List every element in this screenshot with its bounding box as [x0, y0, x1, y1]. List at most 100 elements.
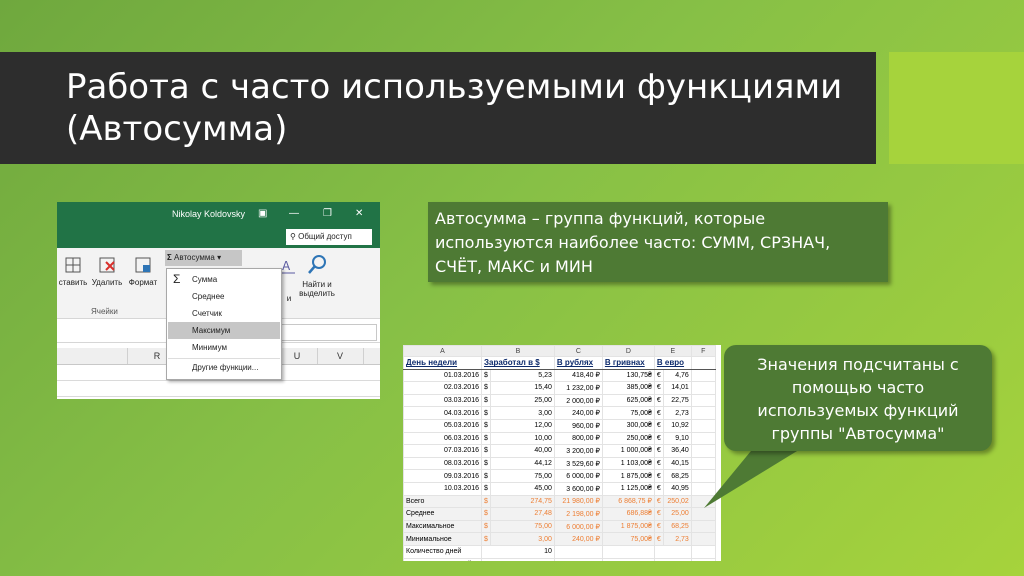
currency-symbol[interactable]: €: [653, 444, 664, 458]
currency-symbol[interactable]: $: [481, 381, 491, 395]
usd-cell[interactable]: 40,00: [489, 444, 555, 458]
table-cell[interactable]: [690, 481, 716, 496]
date-cell[interactable]: 10.03.2016: [403, 481, 482, 496]
uah-cell[interactable]: 686,88₴: [601, 507, 655, 521]
currency-symbol[interactable]: $: [481, 494, 491, 509]
table-cell[interactable]: [690, 406, 716, 420]
column-header-u[interactable]: U: [277, 348, 318, 364]
uah-cell[interactable]: 385,00₴: [601, 381, 655, 395]
insert-button[interactable]: ставить: [57, 256, 89, 287]
eur-cell[interactable]: 40,15: [662, 456, 692, 471]
currency-symbol[interactable]: €: [653, 507, 664, 521]
table-cell[interactable]: [690, 469, 716, 483]
date-cell[interactable]: 06.03.2016: [403, 431, 482, 446]
uah-cell[interactable]: 6 868,75 ₽: [601, 494, 655, 509]
usd-cell[interactable]: 5,23: [489, 368, 555, 383]
currency-symbol[interactable]: $: [481, 532, 491, 546]
count-label[interactable]: Количество дней: [403, 544, 482, 559]
currency-symbol[interactable]: $: [481, 507, 491, 521]
eur-cell[interactable]: 40,95: [662, 481, 692, 496]
currency-symbol[interactable]: $: [481, 469, 491, 483]
currency-symbol[interactable]: €: [653, 494, 664, 509]
eur-cell[interactable]: 9,10: [662, 431, 692, 446]
column-letter[interactable]: B: [481, 345, 555, 357]
rub-cell[interactable]: 240,00 ₽: [553, 532, 603, 546]
eur-cell[interactable]: 68,25: [662, 469, 692, 483]
count-value[interactable]: 10: [481, 544, 555, 559]
date-cell[interactable]: 03.03.2016: [403, 393, 482, 408]
menu-item-sum[interactable]: Σ Сумма: [168, 271, 280, 288]
formula-input[interactable]: [279, 324, 377, 341]
currency-symbol[interactable]: €: [653, 406, 664, 420]
date-cell[interactable]: 05.03.2016: [403, 418, 482, 433]
eur-cell[interactable]: 4,76: [662, 368, 692, 383]
table-cell[interactable]: [690, 507, 716, 521]
currency-symbol[interactable]: €: [653, 456, 664, 471]
date-cell[interactable]: 02.03.2016: [403, 381, 482, 395]
currency-symbol[interactable]: €: [653, 519, 664, 534]
rub-cell[interactable]: 960,00 ₽: [553, 418, 603, 433]
currency-symbol[interactable]: $: [481, 431, 491, 446]
share-button[interactable]: ⚲ Общий доступ: [286, 229, 372, 245]
rub-cell[interactable]: 6 000,00 ₽: [553, 519, 603, 534]
header-cell[interactable]: В рублях: [553, 356, 603, 370]
date-cell[interactable]: 08.03.2016: [403, 456, 482, 471]
column-letter[interactable]: D: [601, 345, 655, 357]
table-cell[interactable]: [553, 557, 603, 561]
currency-symbol[interactable]: $: [481, 406, 491, 420]
table-cell[interactable]: [690, 494, 716, 509]
eur-cell[interactable]: 36,40: [662, 444, 692, 458]
rub-cell[interactable]: 418,40 ₽: [553, 368, 603, 383]
usd-cell[interactable]: 3,00: [489, 532, 555, 546]
uah-cell[interactable]: 300,00₴: [601, 418, 655, 433]
usd-cell[interactable]: 274,75: [489, 494, 555, 509]
header-cell[interactable]: Заработал в $: [481, 356, 555, 370]
summary-label[interactable]: Среднее: [403, 507, 482, 521]
uah-cell[interactable]: 1 875,00₴: [601, 469, 655, 483]
eur-cell[interactable]: 14,01: [662, 381, 692, 395]
summary-label[interactable]: Максимальное: [403, 519, 482, 534]
usd-cell[interactable]: 12,00: [489, 418, 555, 433]
rub-cell[interactable]: 1 232,00 ₽: [553, 381, 603, 395]
table-cell[interactable]: [690, 544, 716, 559]
uah-cell[interactable]: 75,00₴: [601, 532, 655, 546]
rub-cell[interactable]: 240,00 ₽: [553, 406, 603, 420]
find-select-button[interactable]: Найти и выделить: [295, 254, 339, 298]
date-cell[interactable]: 04.03.2016: [403, 406, 482, 420]
date-cell[interactable]: 01.03.2016: [403, 368, 482, 383]
uah-cell[interactable]: 625,00₴: [601, 393, 655, 408]
currency-symbol[interactable]: €: [653, 418, 664, 433]
table-cell[interactable]: [653, 544, 692, 559]
header-cell[interactable]: День недели: [403, 356, 482, 370]
eur-cell[interactable]: 10,92: [662, 418, 692, 433]
menu-item-count[interactable]: Счетчик: [168, 305, 280, 322]
menu-item-min[interactable]: Минимум: [168, 339, 280, 356]
table-cell[interactable]: [690, 532, 716, 546]
rub-cell[interactable]: 2 198,00 ₽: [553, 507, 603, 521]
table-cell[interactable]: [601, 557, 655, 561]
eur-cell[interactable]: 25,00: [662, 507, 692, 521]
column-header-v[interactable]: V: [317, 348, 364, 364]
currency-symbol[interactable]: €: [653, 381, 664, 395]
ribbon-display-icon[interactable]: ▣: [258, 208, 267, 219]
usd-cell[interactable]: 27,48: [489, 507, 555, 521]
column-letter[interactable]: F: [690, 345, 716, 357]
usd-cell[interactable]: 75,00: [489, 519, 555, 534]
currency-symbol[interactable]: $: [481, 456, 491, 471]
usd-cell[interactable]: 44,12: [489, 456, 555, 471]
currency-symbol[interactable]: $: [481, 444, 491, 458]
menu-item-more-functions[interactable]: Другие функции...: [168, 358, 280, 375]
uah-cell[interactable]: 1 875,00₴: [601, 519, 655, 534]
currency-symbol[interactable]: $: [481, 368, 491, 383]
minimize-icon[interactable]: —: [289, 208, 299, 219]
usd-cell[interactable]: 15,40: [489, 381, 555, 395]
currency-symbol[interactable]: €: [653, 431, 664, 446]
table-cell[interactable]: [690, 418, 716, 433]
column-letter[interactable]: C: [553, 345, 603, 357]
rub-cell[interactable]: 3 600,00 ₽: [553, 481, 603, 496]
table-cell[interactable]: [690, 393, 716, 408]
rub-cell[interactable]: 6 000,00 ₽: [553, 469, 603, 483]
uah-cell[interactable]: 250,00₴: [601, 431, 655, 446]
currency-symbol[interactable]: €: [653, 393, 664, 408]
rub-cell[interactable]: 21 980,00 ₽: [553, 494, 603, 509]
